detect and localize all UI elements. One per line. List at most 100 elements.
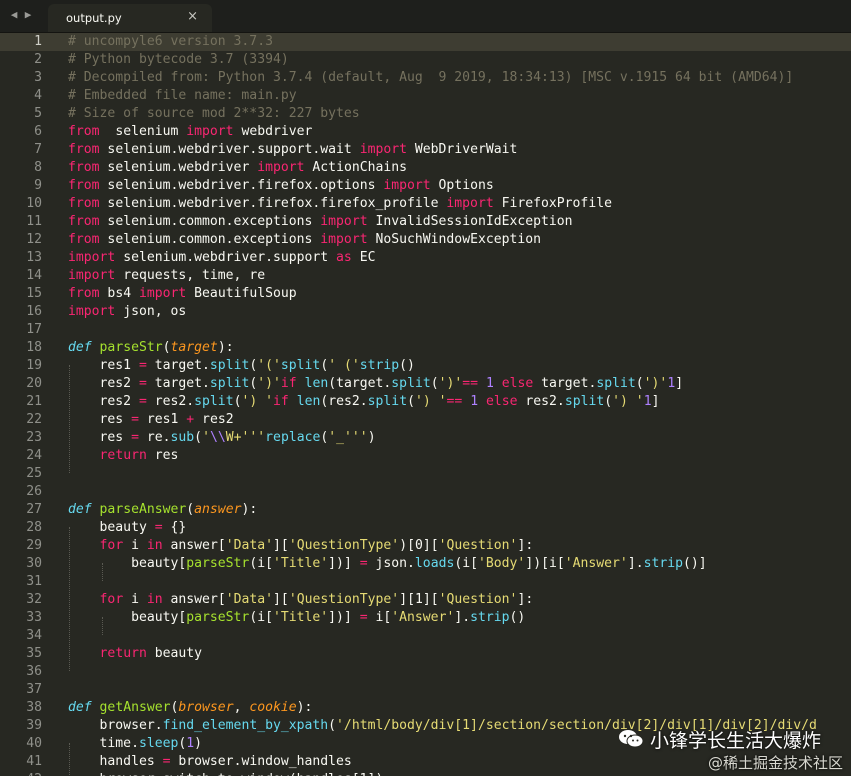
code-token: 'Question' — [438, 538, 518, 553]
code-token: 'Data' — [225, 592, 274, 607]
code-token: '(' — [257, 358, 281, 373]
code-token: beauty — [68, 520, 155, 535]
code-token: 1 — [643, 394, 652, 409]
code-token: def — [68, 340, 92, 355]
code-token: from — [68, 142, 100, 157]
line-number: 12 — [26, 232, 42, 247]
code-token: time. — [68, 736, 139, 751]
code-token: # Decompiled from: Python 3.7.4 (default… — [68, 70, 794, 85]
line-number: 16 — [26, 304, 42, 319]
code-token: target. — [146, 358, 210, 373]
line-number: 36 — [26, 664, 42, 679]
code-token: (res2. — [320, 394, 368, 409]
code-text: import requests, time, re — [68, 267, 265, 285]
line-number: 2 — [34, 52, 42, 67]
line-number: 6 — [34, 124, 42, 139]
code-token: 'Question' — [438, 592, 518, 607]
code-token: 'QuestionType' — [288, 538, 400, 553]
code-token: beauty[ — [68, 556, 187, 571]
code-token: import — [138, 286, 187, 301]
code-token: for — [99, 592, 124, 607]
line-number: 40 — [26, 736, 42, 751]
code-editor[interactable]: 1 # uncompyle6 version 3.7.3 2 # Python byt… — [0, 33, 851, 776]
code-token: = — [162, 754, 171, 769]
code-token: ]: — [517, 592, 534, 607]
line-number: 11 — [26, 214, 42, 229]
code-token: 'Body' — [478, 556, 526, 571]
code-token: from — [68, 160, 100, 175]
code-token: ) — [367, 430, 376, 445]
line-number: 8 — [34, 160, 42, 175]
code-token: return — [99, 646, 147, 661]
code-token: + — [186, 412, 195, 427]
tab-output-py[interactable]: output.py × — [48, 4, 212, 32]
code-token: else — [485, 394, 518, 409]
code-token: browser.window_handles — [170, 754, 352, 769]
code-token: def — [68, 700, 92, 715]
code-token: ][1][ — [399, 592, 439, 607]
code-text: from selenium.webdriver.firefox.options … — [68, 177, 494, 195]
code-token: from — [68, 196, 100, 211]
code-text: res = re.sub('\\W+'''replace('_''') — [68, 429, 376, 447]
code-token: ] — [651, 394, 660, 409]
code-text: handles = browser.window_handles — [68, 753, 352, 771]
code-token: import — [68, 304, 116, 319]
code-text: res2 = target.split(')'if len(target.spl… — [68, 375, 684, 393]
code-token: ()] — [683, 556, 707, 571]
code-token: '' — [249, 430, 266, 445]
code-token: split — [391, 376, 431, 391]
code-token: selenium.webdriver — [99, 160, 258, 175]
code-token: if — [280, 376, 297, 391]
code-token: answer[ — [162, 592, 226, 607]
code-text: res = res1 + res2 — [68, 411, 234, 429]
code-token: import — [68, 268, 116, 283]
code-text: return res — [68, 447, 179, 465]
line-number: 19 — [26, 358, 42, 373]
code-token: return — [99, 448, 147, 463]
code-token: {} — [162, 520, 187, 535]
code-text: from selenium.common.exceptions import N… — [68, 231, 541, 249]
code-token: split — [209, 358, 250, 373]
code-token: selenium.webdriver.firefox.options — [99, 178, 384, 193]
nav-back-icon[interactable]: ◀ — [8, 8, 20, 22]
line-number: 26 — [26, 484, 42, 499]
code-text: # Decompiled from: Python 3.7.4 (default… — [68, 69, 793, 87]
code-token: strip — [470, 610, 510, 625]
code-token: target — [170, 340, 218, 355]
code-token: i — [123, 592, 147, 607]
code-token: ' (' — [328, 358, 360, 373]
code-text: res2 = res2.split(') 'if len(res2.split(… — [68, 393, 660, 411]
code-text: import selenium.webdriver.support as EC — [68, 249, 375, 267]
indent-guide — [69, 743, 70, 776]
code-text: beauty = {} — [68, 519, 187, 537]
code-token: from — [68, 232, 100, 247]
code-text: beauty[parseStr(i['Title'])] = i['Answer… — [68, 609, 525, 627]
code-token: BeautifulSoup — [186, 286, 297, 301]
code-text: # Embedded file name: main.py — [68, 87, 297, 105]
line-number: 31 — [26, 574, 42, 589]
code-token: res — [146, 448, 179, 463]
code-token: selenium.webdriver.support.wait — [99, 142, 360, 157]
code-text: from selenium.webdriver.firefox.firefox_… — [68, 195, 612, 213]
code-token: ')' — [643, 376, 668, 391]
line-number: 35 — [26, 646, 42, 661]
code-token: ') ' — [612, 394, 644, 409]
code-token: split — [367, 394, 408, 409]
code-token: beauty — [146, 646, 203, 661]
code-token: () — [509, 610, 526, 625]
code-text: def parseAnswer(answer): — [68, 501, 257, 519]
line-number: 38 — [26, 700, 42, 715]
nav-forward-icon[interactable]: ▶ — [22, 8, 34, 22]
code-token: import — [186, 124, 234, 139]
code-token: '_' — [328, 430, 352, 445]
line-number: 10 — [26, 196, 42, 211]
close-icon[interactable]: × — [187, 9, 198, 24]
code-token: ( — [194, 430, 203, 445]
code-token: import — [320, 232, 368, 247]
code-token: i — [123, 538, 147, 553]
